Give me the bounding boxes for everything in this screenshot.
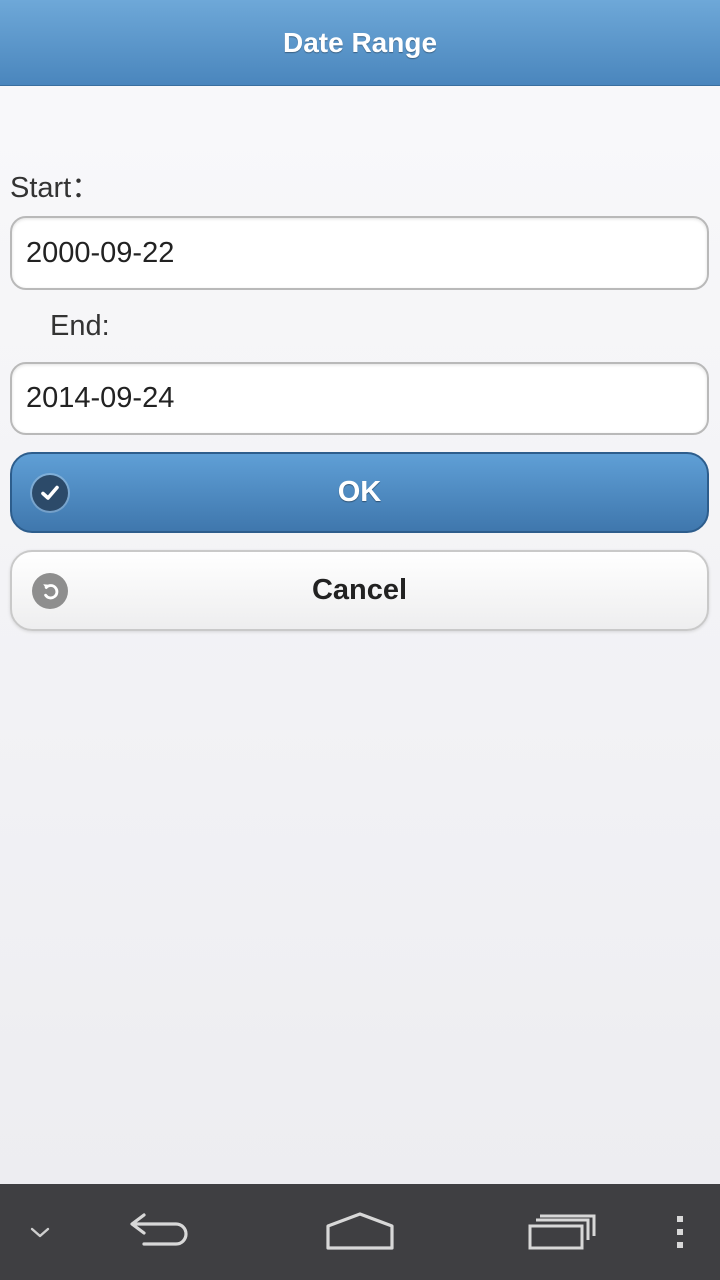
ok-button[interactable]: OK [10, 452, 709, 533]
home-icon[interactable] [316, 1184, 404, 1280]
undo-icon [32, 572, 68, 609]
check-icon [32, 474, 68, 511]
end-label: End: [50, 310, 110, 342]
system-nav-bar [0, 1184, 720, 1280]
recent-apps-icon[interactable] [522, 1184, 602, 1280]
header-bar: Date Range [0, 0, 720, 86]
back-icon[interactable] [120, 1184, 200, 1280]
start-label: Start： [10, 172, 101, 204]
page-title: Date Range [282, 26, 438, 58]
chevron-down-icon[interactable] [20, 1184, 60, 1280]
start-date-input[interactable] [10, 216, 709, 290]
menu-icon[interactable] [664, 1184, 696, 1280]
end-date-input[interactable] [10, 362, 709, 435]
cancel-button[interactable]: Cancel [10, 550, 709, 631]
ok-button-label: OK [337, 476, 382, 508]
cancel-button-label: Cancel [311, 574, 408, 606]
